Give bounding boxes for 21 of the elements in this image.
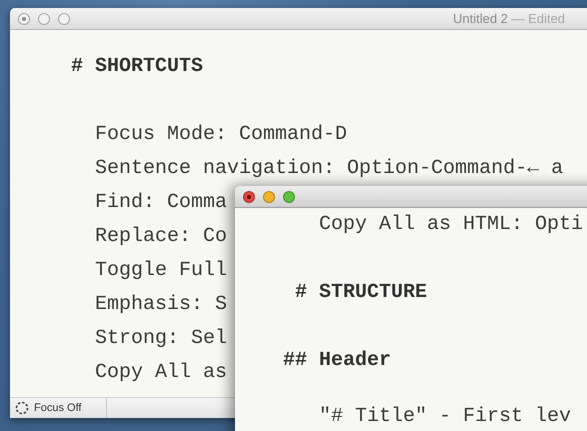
body-text: Copy All as	[95, 360, 228, 386]
zoom-button[interactable]	[58, 12, 70, 24]
body-text: Copy All as HTML: Opti	[319, 212, 584, 238]
heading-text: Header	[319, 348, 392, 374]
body-text: "# Title" - First lev	[319, 404, 572, 430]
window-title: Untitled 2 — Edited	[452, 10, 565, 28]
body-text: Replace: Co	[95, 224, 228, 250]
body-text: Sentence navigation: Option-Command-← a	[95, 156, 564, 182]
heading-text: SHORTCUTS	[95, 54, 204, 80]
heading-marker: #	[294, 280, 307, 306]
focus-toggle[interactable]: Focus Off	[34, 400, 82, 416]
minimize-button[interactable]	[38, 12, 50, 24]
heading-text: STRUCTURE	[319, 280, 428, 306]
body-text: Toggle Full	[95, 258, 228, 284]
dashed-circle-icon	[15, 401, 29, 415]
body-text: Find: Comma	[95, 190, 228, 216]
heading-marker: #	[70, 54, 83, 80]
body-text: Strong: Sel	[95, 326, 228, 352]
body-text: Emphasis: S	[95, 292, 228, 318]
heading-marker: ##	[282, 348, 307, 374]
body-text: Focus Mode: Command-D	[95, 122, 348, 148]
